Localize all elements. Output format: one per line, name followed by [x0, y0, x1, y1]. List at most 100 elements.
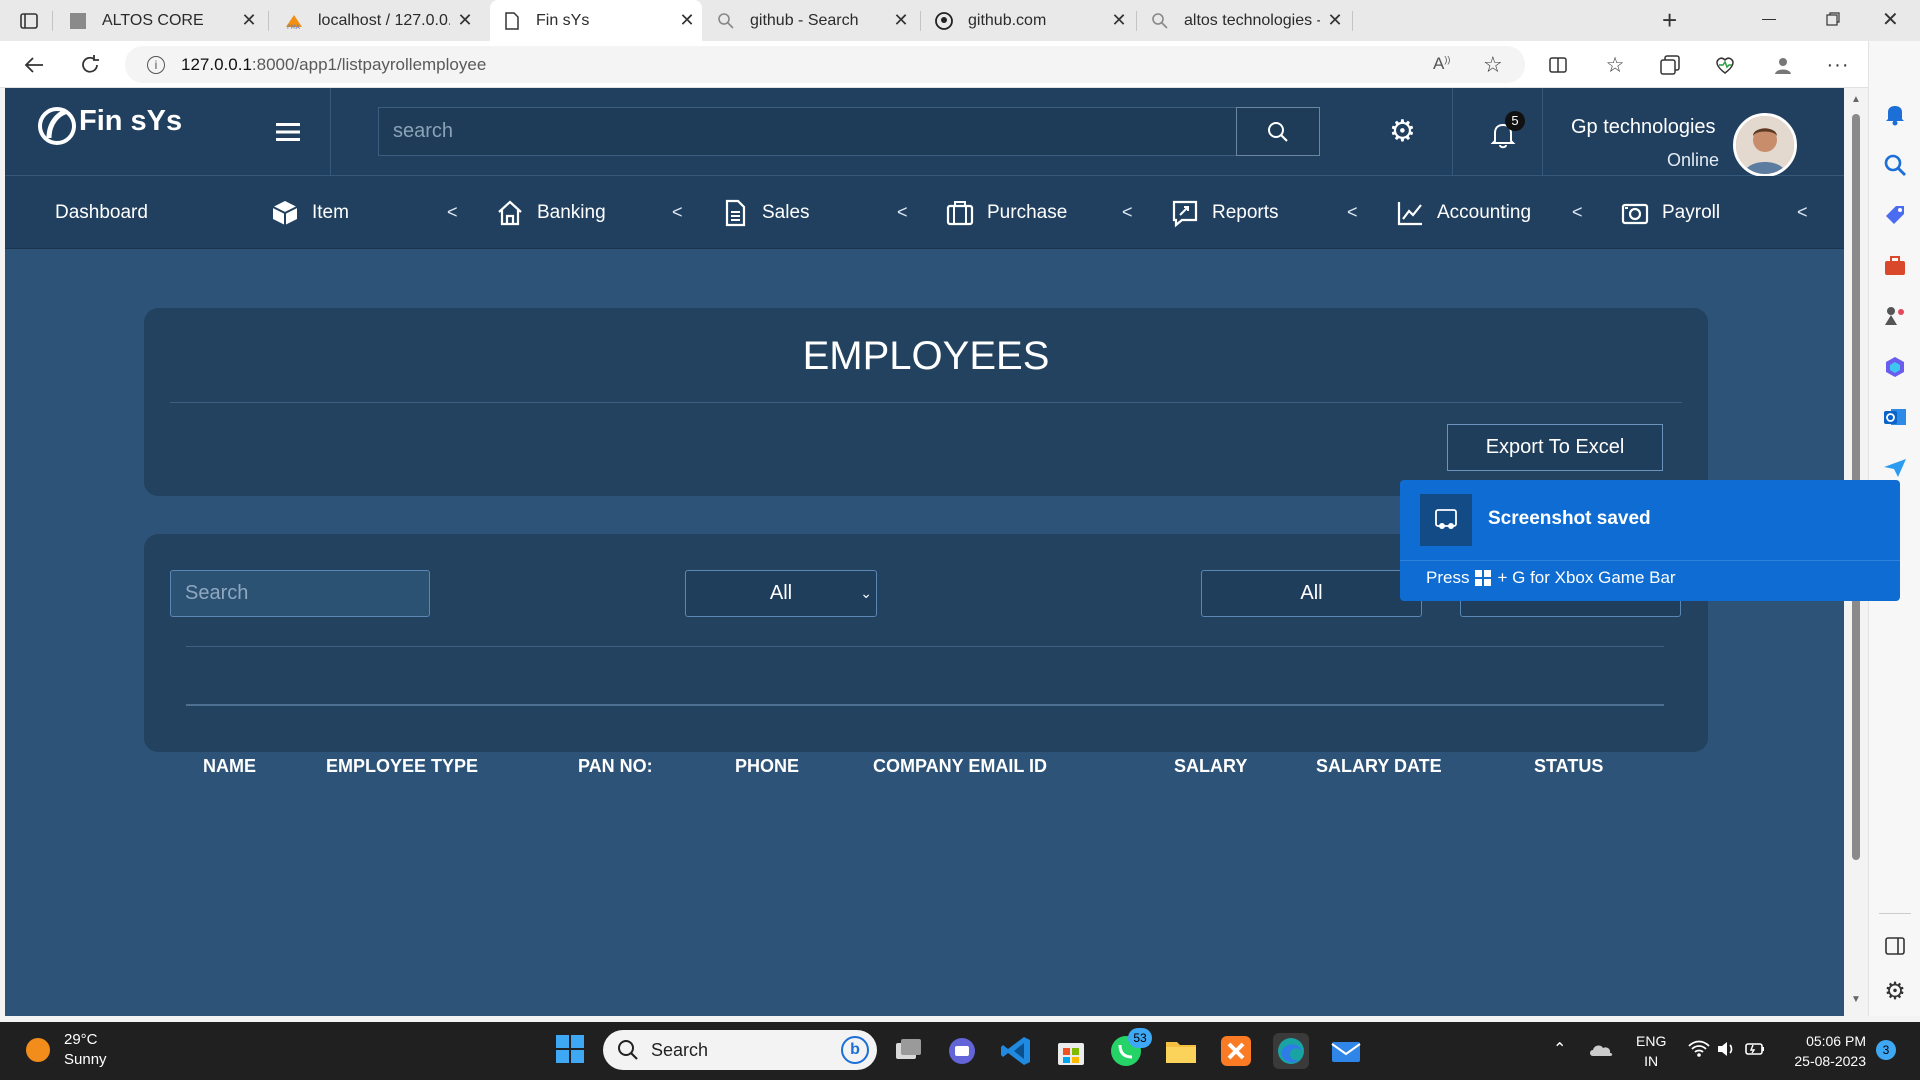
menu-payroll[interactable]: Payroll [1620, 176, 1720, 249]
clock[interactable]: 05:06 PM 25-08-2023 [1784, 1031, 1866, 1071]
menu-sales[interactable]: Sales [720, 176, 810, 249]
read-aloud-icon[interactable]: A)) [1433, 54, 1450, 74]
restore-icon[interactable] [1826, 12, 1840, 26]
vscode-icon[interactable] [998, 1033, 1034, 1069]
col-header-company-email[interactable]: COMPANY EMAIL ID [873, 756, 1047, 777]
search-button[interactable] [1236, 107, 1320, 156]
file-explorer-icon[interactable] [1163, 1033, 1199, 1069]
notification-bell-icon[interactable] [1882, 101, 1908, 127]
edge-browser-icon[interactable] [1273, 1033, 1309, 1069]
tab-github[interactable]: github.com ✕ [922, 0, 1134, 41]
split-screen-icon[interactable] [1543, 50, 1573, 80]
weather-widget[interactable]: 29°C Sunny [24, 1030, 107, 1070]
col-header-pan[interactable]: PAN NO: [578, 756, 653, 777]
col-header-phone[interactable]: PHONE [735, 756, 799, 777]
search-icon[interactable] [1882, 152, 1908, 178]
info-icon[interactable]: i [147, 55, 165, 74]
tab-fin-sys[interactable]: Fin sYs ✕ [490, 0, 702, 41]
col-header-status[interactable]: STATUS [1534, 756, 1603, 777]
menu-purchase[interactable]: Purchase [945, 176, 1067, 249]
chevron-left-icon[interactable]: < [897, 176, 908, 249]
favorites-icon[interactable]: ☆ [1600, 50, 1630, 80]
chevron-left-icon[interactable]: < [447, 176, 458, 249]
settings-gear-icon[interactable]: ⚙ [1389, 117, 1416, 147]
export-to-excel-button[interactable]: Export To Excel [1447, 424, 1663, 471]
lang-indicator[interactable]: ENG IN [1636, 1031, 1666, 1071]
user-name[interactable]: Gp technologies [1571, 116, 1716, 139]
avatar[interactable] [1733, 113, 1797, 177]
menu-accounting[interactable]: Accounting [1395, 176, 1531, 249]
screenshot-saved-toast[interactable]: Screenshot saved Press + G for Xbox Game… [1400, 480, 1900, 601]
scroll-down-icon[interactable]: ▼ [1851, 994, 1861, 1005]
brand-name: Fin sYs [79, 104, 183, 137]
url-field[interactable]: i 127.0.0.1:8000/app1/listpayrollemploye… [125, 46, 1525, 83]
hamburger-menu-icon[interactable] [276, 122, 300, 142]
xampp-icon[interactable] [1218, 1033, 1254, 1069]
windows-start-icon[interactable] [554, 1033, 590, 1069]
minimize-icon[interactable] [1762, 19, 1776, 20]
menu-reports[interactable]: Reports [1170, 176, 1279, 249]
close-icon[interactable]: ✕ [1320, 10, 1350, 31]
new-tab-icon[interactable]: + [1662, 7, 1677, 33]
scroll-up-icon[interactable]: ▲ [1851, 94, 1861, 105]
global-search-input[interactable]: search [378, 107, 1240, 156]
col-header-name[interactable]: NAME [203, 756, 256, 777]
performance-icon[interactable] [1710, 50, 1740, 80]
settings-gear-icon[interactable]: ⚙ [1882, 979, 1908, 1005]
profile-icon[interactable] [1768, 50, 1798, 80]
menu-label: Payroll [1662, 201, 1721, 223]
menu-dashboard[interactable]: Dashboard [55, 176, 148, 249]
menu-item[interactable]: Item [270, 176, 349, 249]
teams-chat-icon[interactable] [944, 1033, 980, 1069]
volume-icon[interactable] [1716, 1040, 1736, 1058]
back-icon[interactable] [19, 50, 49, 80]
close-icon[interactable]: ✕ [886, 10, 916, 31]
close-window-icon[interactable]: ✕ [1882, 7, 1899, 32]
chevron-left-icon[interactable]: < [1797, 176, 1808, 249]
tab-github-search[interactable]: github - Search ✕ [704, 0, 916, 41]
tab-altos-search[interactable]: altos technologies - Search ✕ [1138, 0, 1350, 41]
games-icon[interactable] [1882, 303, 1908, 329]
menu-banking[interactable]: Banking [495, 176, 606, 249]
brand-logo[interactable]: Fin sYs [35, 104, 182, 148]
table-top-divider [186, 646, 1664, 647]
outlook-icon[interactable] [1882, 404, 1908, 430]
favorite-star-icon[interactable]: ☆ [1483, 52, 1503, 78]
tools-briefcase-icon[interactable] [1882, 253, 1908, 279]
tab-actions-icon[interactable] [18, 10, 40, 32]
shopping-tag-icon[interactable] [1882, 202, 1908, 228]
col-header-salary-date[interactable]: SALARY DATE [1316, 756, 1442, 777]
tab-phpmyadmin[interactable]: PMA localhost / 127.0.0.1 | phpMyAdmin ✕ [272, 0, 480, 41]
col-header-employee-type[interactable]: EMPLOYEE TYPE [326, 756, 478, 777]
mail-icon[interactable] [1328, 1033, 1364, 1069]
microsoft-365-icon[interactable] [1882, 354, 1908, 380]
chevron-left-icon[interactable]: < [1122, 176, 1133, 249]
search-input[interactable]: Search [170, 570, 430, 617]
taskbar-search[interactable]: Search b [603, 1030, 877, 1070]
sidebar-toggle-icon[interactable] [1882, 933, 1908, 959]
refresh-icon[interactable] [75, 50, 105, 80]
close-icon[interactable]: ✕ [1104, 10, 1134, 31]
notification-count-badge[interactable]: 3 [1876, 1040, 1896, 1060]
col-header-salary[interactable]: SALARY [1174, 756, 1247, 777]
close-icon[interactable]: ✕ [450, 10, 480, 31]
tab-title: localhost / 127.0.0.1 | phpMyAdmin [318, 11, 450, 29]
more-options-icon[interactable]: ··· [1823, 50, 1853, 80]
chevron-left-icon[interactable]: < [672, 176, 683, 249]
tab-altos-core[interactable]: ALTOS CORE ✕ [56, 0, 264, 41]
collections-icon[interactable] [1655, 50, 1685, 80]
send-icon[interactable] [1882, 455, 1908, 481]
close-icon[interactable]: ✕ [672, 10, 702, 31]
task-view-icon[interactable] [890, 1033, 926, 1069]
chevron-left-icon[interactable]: < [1572, 176, 1583, 249]
show-hidden-icons-icon[interactable]: ⌃ [1553, 1039, 1566, 1059]
close-icon[interactable]: ✕ [234, 10, 264, 31]
battery-icon[interactable] [1744, 1040, 1766, 1058]
status-select[interactable]: All [1201, 570, 1422, 617]
file-text-icon [725, 199, 746, 226]
onedrive-icon[interactable] [1588, 1040, 1614, 1060]
wifi-icon[interactable] [1688, 1040, 1710, 1058]
microsoft-store-icon[interactable] [1053, 1033, 1089, 1069]
employee-type-select[interactable]: All ⌄ [685, 570, 877, 617]
chevron-left-icon[interactable]: < [1347, 176, 1358, 249]
